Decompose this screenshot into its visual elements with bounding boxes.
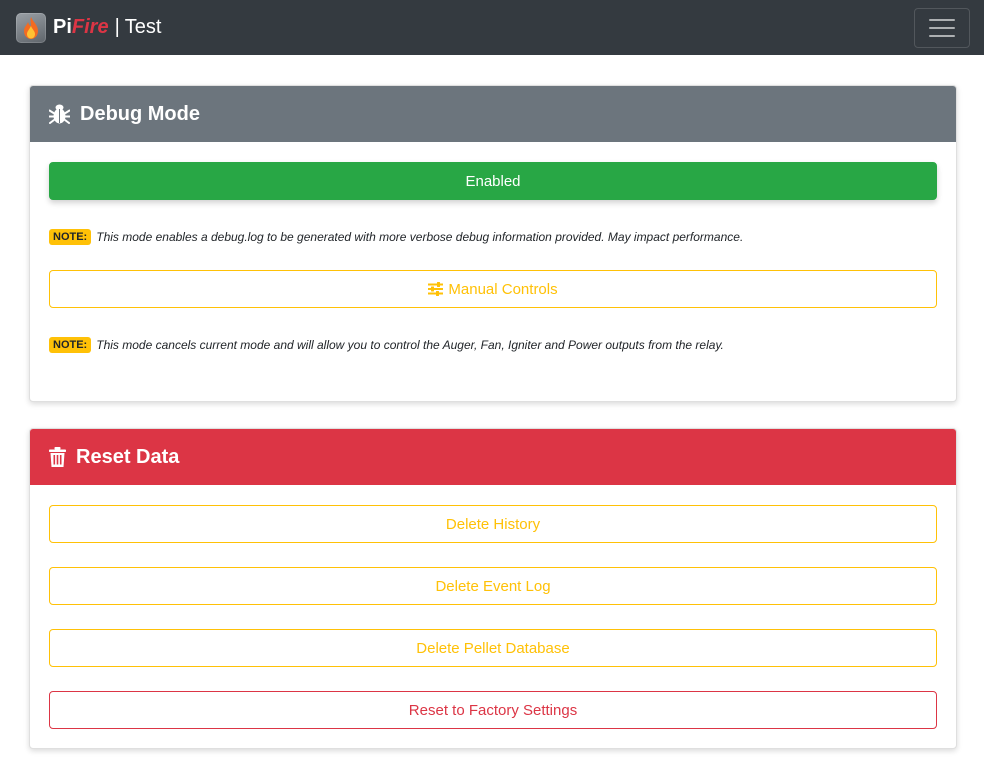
brand-fire-text: Fire bbox=[71, 16, 109, 38]
debug-mode-title: Debug Mode bbox=[80, 102, 200, 125]
debug-mode-header: Debug Mode bbox=[30, 86, 956, 142]
reset-data-header: Reset Data bbox=[30, 429, 956, 485]
reset-data-card: Reset Data Delete History Delete Event L… bbox=[29, 428, 957, 749]
debug-note-text: This mode enables a debug.log to be gene… bbox=[96, 230, 744, 244]
debug-enabled-button[interactable]: Enabled bbox=[49, 162, 937, 200]
brand-server-name: Test bbox=[124, 16, 162, 38]
bug-icon bbox=[49, 103, 70, 125]
debug-mode-body: Enabled NOTE: This mode enables a debug.… bbox=[30, 142, 956, 353]
delete-event-log-button[interactable]: Delete Event Log bbox=[49, 567, 937, 605]
note-badge: NOTE: bbox=[49, 337, 92, 353]
brand-title[interactable]: Pi Fire | Test bbox=[53, 16, 161, 39]
reset-data-title: Reset Data bbox=[76, 445, 180, 468]
reset-data-body: Delete History Delete Event Log Delete P… bbox=[30, 485, 956, 729]
debug-mode-card: Debug Mode Enabled NOTE: This mode enabl… bbox=[29, 85, 957, 402]
hamburger-menu-icon bbox=[929, 18, 955, 21]
trash-icon bbox=[49, 447, 66, 467]
sliders-icon bbox=[428, 282, 444, 296]
manual-controls-note: NOTE: This mode cancels current mode and… bbox=[49, 337, 937, 353]
manual-controls-note-text: This mode cancels current mode and will … bbox=[96, 338, 724, 352]
reset-factory-settings-button[interactable]: Reset to Factory Settings bbox=[49, 691, 937, 729]
brand-separator: | bbox=[114, 16, 120, 38]
top-navbar: Pi Fire | Test bbox=[0, 0, 984, 55]
delete-pellet-database-button[interactable]: Delete Pellet Database bbox=[49, 629, 937, 667]
flame-logo-icon[interactable] bbox=[16, 12, 46, 43]
brand-pi-text: Pi bbox=[53, 16, 72, 38]
debug-note: NOTE: This mode enables a debug.log to b… bbox=[49, 229, 937, 245]
navbar-menu-toggle-button[interactable] bbox=[914, 7, 970, 48]
manual-controls-label: Manual Controls bbox=[448, 280, 558, 298]
manual-controls-button[interactable]: Manual Controls bbox=[49, 270, 937, 308]
note-badge: NOTE: bbox=[49, 229, 92, 245]
delete-history-button[interactable]: Delete History bbox=[49, 505, 937, 543]
